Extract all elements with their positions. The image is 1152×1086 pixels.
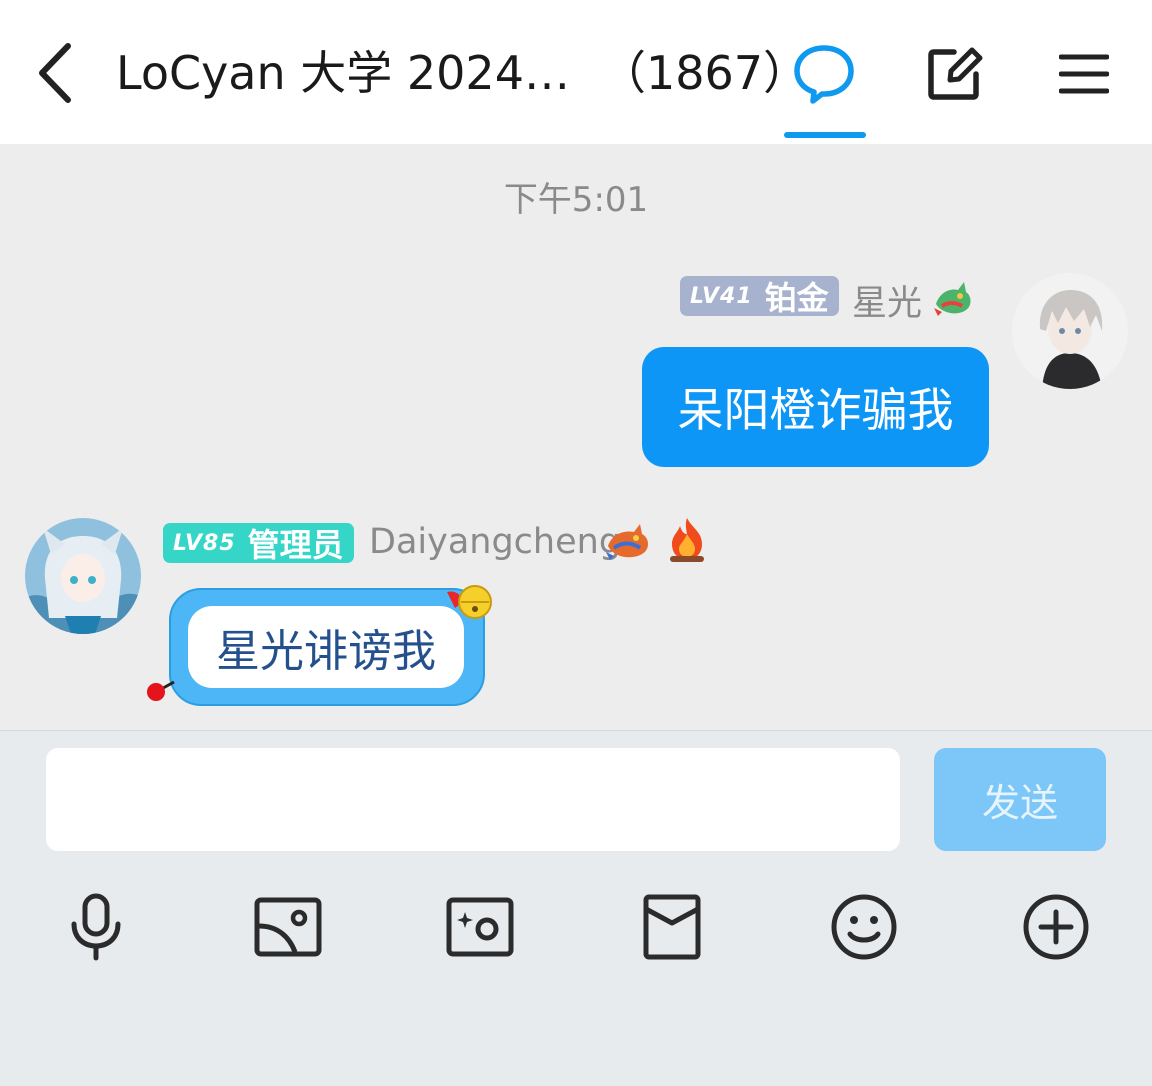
red-packet-icon <box>643 894 701 960</box>
active-tab-indicator <box>784 132 866 138</box>
red-packet-button[interactable] <box>632 889 712 965</box>
level-badge: LV41 铂金 <box>680 276 839 317</box>
message-timestamp: 下午5:01 <box>503 180 649 220</box>
role-label: 铂金 <box>764 279 829 317</box>
hamburger-menu-icon <box>1059 54 1109 94</box>
level-label: LV41 <box>690 283 753 309</box>
message-bubble-incoming[interactable]: 星光诽谤我 <box>188 606 464 688</box>
avatar-sender[interactable] <box>25 518 141 634</box>
bell-decoration-icon <box>447 585 492 619</box>
page-title: LoCyan 大学 2024… （1867） <box>116 44 809 102</box>
image-icon <box>254 897 322 957</box>
chat-bubble-icon <box>794 45 854 104</box>
message-list[interactable]: 下午5:01 LV41 铂金 星光 呆阳橙诈骗我 LV85 管理员 Daiyan… <box>0 144 1152 730</box>
avatar-image <box>25 518 141 634</box>
message-bubble-outgoing[interactable]: 呆阳橙诈骗我 <box>642 347 989 467</box>
level-badge: LV85 管理员 <box>163 523 354 564</box>
message-text: 星光诽谤我 <box>216 626 436 677</box>
pin-decoration-icon <box>147 680 175 701</box>
camera-icon <box>446 897 514 957</box>
camera-button[interactable] <box>440 889 520 965</box>
sender-name[interactable]: Daiyangcheng <box>369 522 621 562</box>
sender-name[interactable]: 星光 <box>852 275 922 326</box>
dragon-icon <box>934 282 971 316</box>
group-name: LoCyan 大学 2024… <box>116 46 570 100</box>
level-label: LV85 <box>173 530 236 556</box>
top-bar: LoCyan 大学 2024… （1867） <box>0 0 1152 144</box>
avatar-image <box>1012 273 1128 389</box>
send-button[interactable]: 发送 <box>934 748 1106 851</box>
mic-icon <box>71 893 121 961</box>
emoji-button[interactable] <box>824 889 904 965</box>
back-button[interactable] <box>28 38 84 108</box>
edit-button[interactable] <box>916 36 992 112</box>
message-text: 呆阳橙诈骗我 <box>677 383 954 437</box>
menu-button[interactable] <box>1046 36 1122 112</box>
avatar-self[interactable] <box>1012 273 1128 389</box>
more-button[interactable] <box>1016 889 1096 965</box>
album-button[interactable] <box>248 889 328 965</box>
dragon-icon <box>606 524 648 560</box>
composer: 发送 <box>0 730 1152 1086</box>
send-label: 发送 <box>981 781 1058 825</box>
voice-button[interactable] <box>56 889 136 965</box>
emoji-icon <box>831 894 897 960</box>
edit-icon <box>928 47 983 100</box>
plus-icon <box>1023 894 1089 960</box>
chevron-left-icon <box>39 43 71 103</box>
tab-chat[interactable] <box>786 36 862 112</box>
role-label: 管理员 <box>247 526 344 564</box>
fire-icon <box>670 518 704 562</box>
member-count: （1867） <box>599 46 810 100</box>
message-input[interactable] <box>46 748 900 851</box>
